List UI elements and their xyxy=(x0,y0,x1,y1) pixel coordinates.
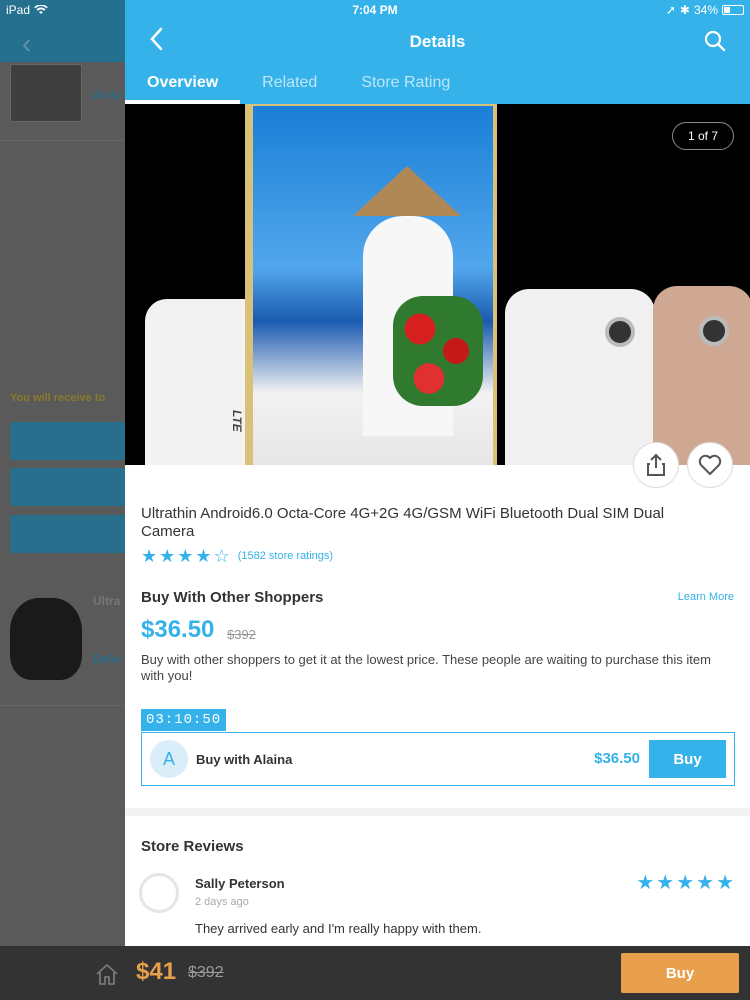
buy-button[interactable]: Buy xyxy=(621,953,739,993)
details-panel: Details Overview Related Store Rating 4G… xyxy=(125,0,750,946)
learn-more-link[interactable]: Learn More xyxy=(678,591,734,603)
tab-store-rating[interactable]: Store Rating xyxy=(339,72,472,104)
original-price: $392 xyxy=(227,627,256,642)
star-icon: ★ xyxy=(177,546,194,566)
partner-price: $36.50 xyxy=(594,750,640,767)
star-icon: ★ xyxy=(195,546,212,566)
background-product-label: Ultra xyxy=(93,594,121,608)
group-buy-button[interactable]: Buy xyxy=(649,740,726,778)
review-text: They arrived early and I'm really happy … xyxy=(195,921,482,936)
background-arrival-label: Arriv xyxy=(93,88,122,102)
page-title: Details xyxy=(409,32,466,51)
star-icon: ★ xyxy=(716,872,734,894)
background-product-image xyxy=(10,598,82,680)
background-divider xyxy=(0,140,125,141)
bottom-price: $41 xyxy=(136,958,177,985)
heart-icon xyxy=(698,454,722,475)
tab-overview[interactable]: Overview xyxy=(125,72,241,104)
countdown-timer: 03:10:50 xyxy=(141,709,227,731)
share-button[interactable] xyxy=(633,442,679,488)
background-button xyxy=(10,515,125,553)
background-back-icon: ‹ xyxy=(22,28,32,59)
phone-back-image: 4G LTE xyxy=(145,299,258,465)
star-icon: ★ xyxy=(636,872,655,894)
group-price: $36.50 xyxy=(141,616,215,643)
home-icon[interactable] xyxy=(94,962,120,986)
section-divider xyxy=(125,808,750,816)
battery-percent: 34% xyxy=(693,3,718,17)
background-delivery-label: Deliv xyxy=(93,652,122,666)
group-buy-title: Buy With Other Shoppers xyxy=(141,589,324,606)
favorite-button[interactable] xyxy=(687,442,733,488)
product-image-gallery[interactable]: 4G LTE 1 of 7 xyxy=(125,104,750,465)
background-button xyxy=(10,468,125,506)
image-counter: 1 of 7 xyxy=(672,122,734,150)
partner-label: Buy with Alaina xyxy=(196,752,293,767)
search-icon[interactable] xyxy=(704,30,726,52)
tab-bar: Overview Related Store Rating xyxy=(125,72,472,104)
bottom-original-price: $392 xyxy=(188,964,224,981)
tab-related[interactable]: Related xyxy=(240,72,339,104)
phone-back-rose xyxy=(653,286,750,465)
product-title: Ultrathin Android6.0 Octa-Core 4G+2G 4G/… xyxy=(141,505,665,540)
star-icon: ★ xyxy=(159,546,176,566)
rating-count[interactable]: (1582 store ratings) xyxy=(238,550,333,562)
share-icon xyxy=(647,453,665,476)
location-icon: ➚ xyxy=(665,3,676,17)
background-divider xyxy=(0,705,125,706)
status-bar: iPad 7:04 PM ➚ ✱ 34% xyxy=(0,0,750,20)
product-rating[interactable]: ★ ★ ★ ★ ☆ (1582 store ratings) xyxy=(141,547,333,565)
star-icon: ★ xyxy=(141,546,158,566)
background-page: ‹ Arriv You will receive to Ultra Deliv xyxy=(0,0,125,1000)
phone-screen-image xyxy=(253,106,493,465)
star-icon: ★ xyxy=(656,872,675,894)
background-notice: You will receive to xyxy=(10,392,106,404)
group-buy-description: Buy with other shoppers to get it at the… xyxy=(141,652,711,683)
reviewer-name: Sally Peterson xyxy=(195,876,285,891)
phone-back-white xyxy=(505,289,655,465)
background-button xyxy=(10,422,125,460)
battery-icon xyxy=(722,5,744,15)
group-buy-offer: A Buy with Alaina $36.50 Buy xyxy=(141,732,735,786)
avatar: A xyxy=(150,740,188,778)
review-rating: ★ ★ ★ ★ ★ xyxy=(636,873,734,893)
star-icon: ★ xyxy=(676,872,695,894)
star-icon: ★ xyxy=(696,872,715,894)
background-thumbnail xyxy=(10,64,82,122)
reviewer-avatar xyxy=(139,873,179,913)
bluetooth-icon: ✱ xyxy=(679,3,690,17)
store-reviews-title: Store Reviews xyxy=(141,838,244,855)
star-outline-icon: ☆ xyxy=(213,546,230,566)
status-time: 7:04 PM xyxy=(352,3,398,17)
review-date: 2 days ago xyxy=(195,896,249,908)
